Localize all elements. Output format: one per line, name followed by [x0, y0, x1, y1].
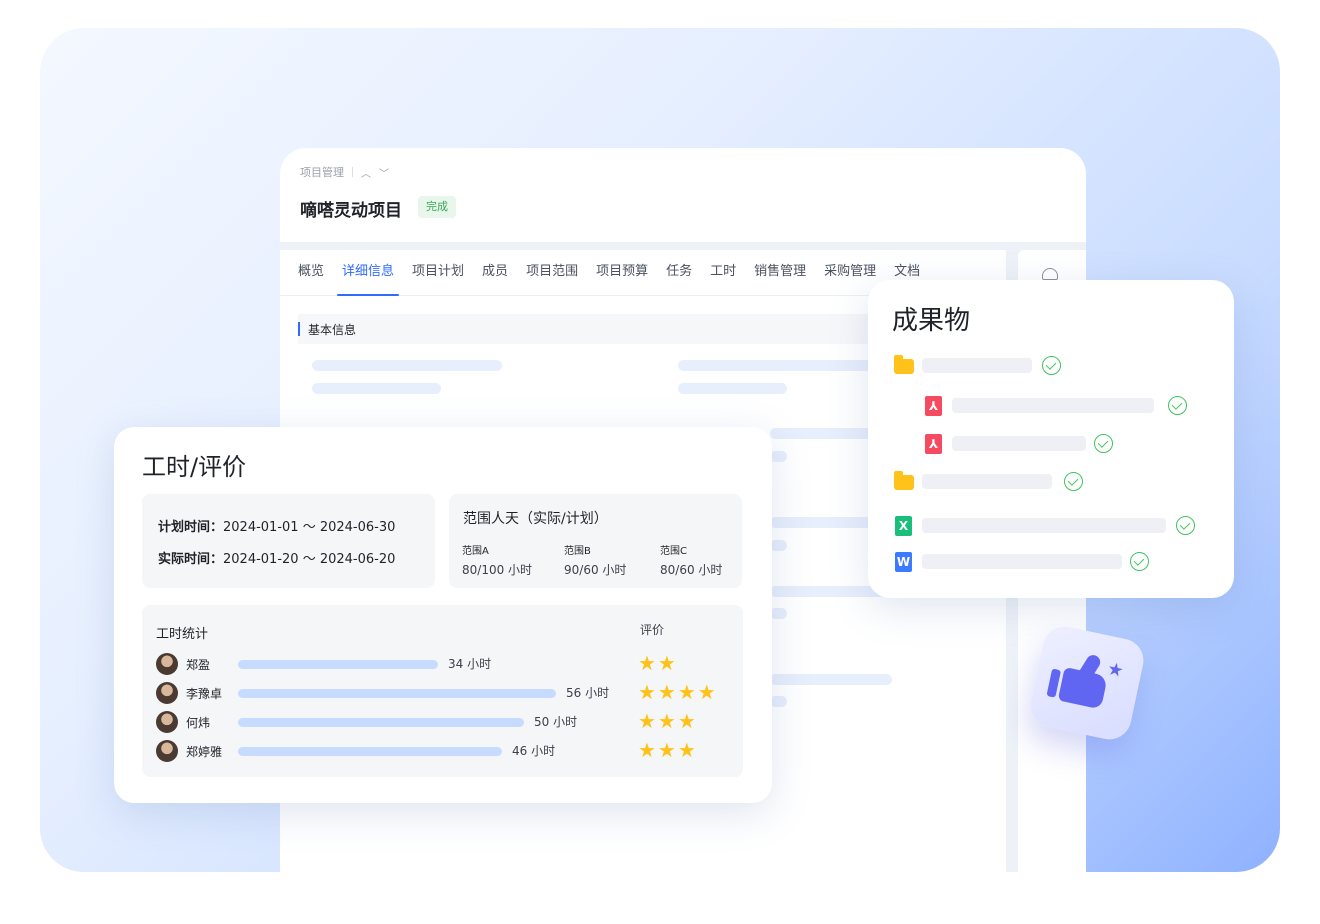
placeholder-line — [678, 360, 888, 371]
scope-value: 80/100 小时 — [462, 563, 533, 577]
hours-bar — [238, 689, 556, 698]
hours-stats-title: 工时统计 — [156, 627, 209, 642]
thumbs-up-badge: ★ — [1026, 622, 1148, 744]
scope-b: 范围B 90/60 小时 — [564, 542, 626, 578]
actual-time-label: 实际时间： — [158, 552, 224, 567]
placeholder-line — [312, 383, 441, 394]
member-name: 何炜 — [186, 716, 211, 730]
word-file-icon[interactable]: W — [895, 552, 912, 572]
member-row: 李豫卓 56 小时 ★★★★ — [156, 680, 746, 704]
hours-bar — [238, 718, 524, 727]
tab-overview[interactable]: 概览 — [298, 250, 333, 295]
tab-plan[interactable]: 项目计划 — [403, 250, 473, 295]
avatar — [156, 740, 178, 762]
chevron-down-icon[interactable]: ﹀ — [379, 165, 389, 180]
folder-icon[interactable] — [894, 471, 914, 490]
tab-details[interactable]: 详细信息 — [333, 250, 403, 296]
file-name-placeholder[interactable] — [922, 474, 1052, 489]
pdf-file-icon[interactable]: ⅄ — [925, 396, 942, 416]
chevron-up-icon[interactable]: ︿ — [361, 165, 371, 180]
scope-label: 范围C — [660, 546, 687, 557]
member-row: 郑婷雅 46 小时 ★★★ — [156, 738, 746, 762]
hours-value: 50 小时 — [534, 715, 578, 729]
sparkle-icon: ★ — [1105, 658, 1126, 683]
check-circle-icon — [1130, 552, 1149, 571]
avatar — [156, 711, 178, 733]
member-name: 郑盈 — [186, 658, 211, 672]
rating-stars: ★★★ — [638, 709, 698, 733]
member-name: 李豫卓 — [186, 687, 223, 701]
file-name-placeholder[interactable] — [922, 518, 1166, 533]
placeholder-line — [770, 540, 787, 551]
placeholder-line — [312, 360, 502, 371]
actual-time: 实际时间：2024-01-20 ～ 2024-06-20 — [158, 548, 395, 567]
avatar — [156, 682, 178, 704]
file-name-placeholder[interactable] — [922, 358, 1032, 373]
status-badge: 完成 — [418, 196, 456, 218]
file-name-placeholder[interactable] — [952, 398, 1154, 413]
scope-value: 90/60 小时 — [564, 563, 627, 577]
deliverables-card: 成果物 ⅄ ⅄ X W — [868, 280, 1234, 598]
placeholder-line — [678, 383, 787, 394]
work-hours-card: 工时/评价 计划时间：2024-01-01 ～ 2024-06-30 实际时间：… — [114, 427, 772, 803]
thumbs-up-hand — [1057, 667, 1108, 710]
page-title: 嘀嗒灵动项目 — [300, 201, 402, 221]
scope-value: 80/60 小时 — [660, 563, 723, 577]
excel-file-icon[interactable]: X — [895, 516, 912, 536]
tab-scope[interactable]: 项目范围 — [517, 250, 587, 295]
rating-stars: ★★★ — [638, 738, 698, 762]
check-circle-icon — [1094, 434, 1113, 453]
placeholder-line — [770, 696, 787, 707]
file-name-placeholder[interactable] — [952, 436, 1086, 451]
pdf-file-icon[interactable]: ⅄ — [925, 434, 942, 454]
tab-work-hours[interactable]: 工时 — [701, 250, 745, 295]
schedule-box: 计划时间：2024-01-01 ～ 2024-06-30 实际时间：2024-0… — [142, 494, 435, 588]
actual-time-value: 2024-01-20 ～ 2024-06-20 — [223, 552, 396, 567]
breadcrumb: 项目管理 ︿ ﹀ — [300, 164, 389, 180]
folder-icon[interactable] — [894, 355, 914, 374]
hours-value: 56 小时 — [566, 686, 610, 700]
project-header: 项目管理 ︿ ﹀ 嘀嗒灵动项目 完成 — [280, 148, 1086, 242]
tab-budget[interactable]: 项目预算 — [587, 250, 657, 295]
scope-label: 范围A — [462, 546, 489, 557]
team-icon[interactable] — [1042, 268, 1058, 280]
file-name-placeholder[interactable] — [922, 554, 1122, 569]
hours-bar — [238, 747, 502, 756]
tab-members[interactable]: 成员 — [473, 250, 517, 295]
rating-stars: ★★ — [638, 651, 678, 675]
hours-stats-box: 工时统计 评价 郑盈 34 小时 ★★ 李豫卓 56 小时 ★★★★ 何炜 50… — [142, 605, 743, 777]
rating-title: 评价 — [640, 623, 665, 637]
scope-a: 范围A 80/100 小时 — [462, 542, 532, 578]
breadcrumb-project-management[interactable]: 项目管理 — [300, 164, 344, 180]
hours-value: 34 小时 — [448, 657, 492, 671]
plan-time: 计划时间：2024-01-01 ～ 2024-06-30 — [158, 516, 395, 535]
placeholder-line — [770, 674, 892, 685]
member-name: 郑婷雅 — [186, 745, 223, 759]
card-title: 工时/评价 — [142, 453, 247, 481]
tab-tasks[interactable]: 任务 — [657, 250, 701, 295]
member-row: 郑盈 34 小时 ★★ — [156, 651, 746, 675]
scope-days-box: 范围人天（实际/计划） 范围A 80/100 小时 范围B 90/60 小时 范… — [449, 494, 742, 588]
check-circle-icon — [1042, 356, 1061, 375]
scope-label: 范围B — [564, 546, 591, 557]
breadcrumb-divider — [352, 167, 353, 177]
scope-days-title: 范围人天（实际/计划） — [463, 511, 608, 527]
member-row: 何炜 50 小时 ★★★ — [156, 709, 746, 733]
rating-stars: ★★★★ — [638, 680, 718, 704]
check-circle-icon — [1168, 396, 1187, 415]
avatar — [156, 653, 178, 675]
card-title: 成果物 — [892, 306, 971, 336]
section-accent-bar — [298, 322, 300, 336]
scope-c: 范围C 80/60 小时 — [660, 542, 722, 578]
check-circle-icon — [1064, 472, 1083, 491]
tab-sales[interactable]: 销售管理 — [745, 250, 815, 295]
check-circle-icon — [1176, 516, 1195, 535]
plan-time-label: 计划时间： — [158, 520, 224, 535]
hours-bar — [238, 660, 438, 669]
section-title: 基本信息 — [308, 323, 357, 337]
placeholder-line — [770, 451, 787, 462]
hours-value: 46 小时 — [512, 744, 556, 758]
placeholder-line — [770, 608, 787, 619]
plan-time-value: 2024-01-01 ～ 2024-06-30 — [223, 520, 396, 535]
